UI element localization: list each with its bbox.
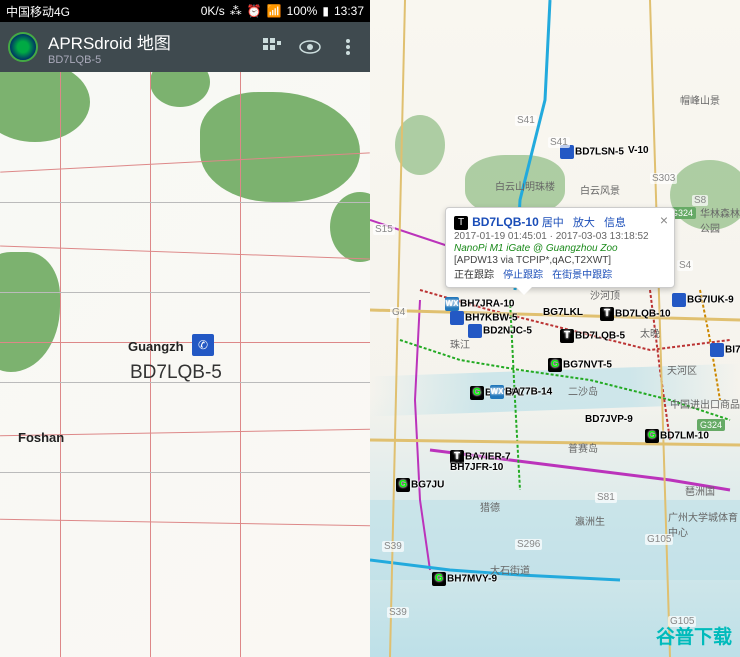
station-BA77B-14[interactable]: WXBA77B-14 (490, 385, 552, 399)
status-bar: 中国移动4G 0K/s ⁂ ⏰ 📶 100% ▮ 13:37 (0, 0, 370, 22)
clock-label: 13:37 (334, 4, 364, 18)
road-label: S39 (387, 607, 409, 618)
station-BI7JTA-5[interactable]: BI7JTA-5 (710, 343, 740, 357)
map-right[interactable]: × T BD7LQB-10 居中 放大 信息 2017-01-19 01:45:… (370, 0, 740, 657)
station-BD7LM-10[interactable]: GBD7LM-10 (645, 429, 709, 443)
carrier-label: 中国移动4G (6, 3, 201, 20)
app-bar: APRSdroid 地图 BD7LQB-5 (0, 22, 370, 72)
place-label: 珠江 (450, 336, 470, 351)
station-BG7IUK-9[interactable]: BG7IUK-9 (672, 293, 734, 307)
station-BD7LQB-10[interactable]: TBD7LQB-10 (600, 307, 671, 321)
popup-link-info[interactable]: 信息 (604, 217, 626, 229)
signal-icon: 📶 (267, 4, 282, 18)
place-label: 白云山明珠楼 (495, 178, 555, 193)
app-subtitle: BD7LQB-5 (48, 54, 248, 66)
station-BH7MVY-9[interactable]: GBH7MVY-9 (432, 572, 497, 586)
place-label: 帽峰山景 (680, 92, 720, 107)
aprsdroid-logo-icon[interactable] (8, 32, 38, 62)
station-BG7LKL[interactable]: BG7LKL (543, 307, 583, 318)
watermark: 谷普下载 (656, 622, 732, 649)
place-label: 天河区 (667, 362, 697, 377)
battery-label: 100% (287, 4, 318, 18)
road-label: S4 (677, 260, 693, 271)
station-BD2NJC-5[interactable]: BD2NJC-5 (468, 324, 532, 338)
place-label: 太晚 (640, 325, 660, 340)
alarm-icon: ⏰ (247, 4, 262, 18)
place-label: 大石街道 (490, 562, 530, 577)
place-label: 二沙岛 (568, 383, 598, 398)
station-BH7JRA-10[interactable]: WXBH7JRA-10 (445, 297, 514, 311)
popup-path: [APDW13 via TCPIP*,qAC,T2XWT] (454, 255, 666, 266)
station-popup: × T BD7LQB-10 居中 放大 信息 2017-01-19 01:45:… (445, 207, 675, 288)
place-label: 猎德 (480, 499, 500, 514)
station-V-10[interactable]: V-10 (628, 145, 649, 156)
city-foshan: Foshan (18, 430, 64, 445)
popup-callsign[interactable]: BD7LQB-10 (472, 215, 539, 229)
place-label: 华林森林公园 (700, 205, 740, 235)
popup-comment: NanoPi M1 iGate @ Guangzhou Zoo (454, 243, 666, 254)
road-label: S41 (548, 137, 570, 148)
station-BD7JVP-9[interactable]: BD7JVP-9 (585, 414, 633, 425)
grid-icon[interactable] (258, 37, 286, 57)
road-label: G4 (390, 307, 407, 318)
popup-symbol-icon: T (454, 216, 468, 230)
overflow-icon[interactable] (334, 38, 362, 56)
bluetooth-icon: ⁂ (230, 4, 242, 18)
popup-link-center[interactable]: 居中 (542, 217, 564, 229)
station-BH7KBW-5[interactable]: BH7KBW-5 (450, 311, 518, 325)
net-speed: 0K/s (201, 4, 225, 18)
popup-close-icon[interactable]: × (660, 212, 668, 228)
highway-label: G324 (697, 419, 725, 431)
station-BG7JU[interactable]: GBG7JU (396, 478, 444, 492)
place-label: 广州大学城体育中心 (668, 509, 740, 539)
road-label: S303 (650, 173, 677, 184)
battery-icon: ▮ (322, 4, 329, 18)
place-label: 白云风景 (580, 182, 620, 197)
popup-tracking-current: 正在跟踪 (454, 270, 494, 281)
place-label: 普赛岛 (568, 440, 598, 455)
station-BD7LQB-5[interactable]: TBD7LQB-5 (560, 329, 625, 343)
map-left[interactable]: Guangzh ✆ BD7LQB-5 Foshan (0, 72, 370, 657)
road-label: S39 (382, 541, 404, 552)
callsign-left: BD7LQB-5 (130, 362, 222, 384)
app-title: APRSdroid 地图 (48, 29, 248, 54)
place-label: 琶洲国 (685, 483, 715, 498)
popup-timestamp: 2017-01-19 01:45:01 · 2017-03-03 13:18:5… (454, 231, 666, 242)
place-label: 沙河顶 (590, 287, 620, 302)
eye-icon[interactable] (296, 40, 324, 54)
road-label: S41 (515, 115, 537, 126)
left-panel: 中国移动4G 0K/s ⁂ ⏰ 📶 100% ▮ 13:37 APRSdroid… (0, 0, 370, 657)
station-BG7NVT-5[interactable]: GBG7NVT-5 (548, 358, 612, 372)
city-guangzhou: Guangzh (128, 339, 184, 354)
place-label: 中国进出口商品 (670, 396, 740, 411)
road-label: S296 (515, 539, 542, 550)
popup-link-zoom[interactable]: 放大 (573, 217, 595, 229)
road-label: S15 (373, 224, 395, 235)
popup-tracking-street[interactable]: 在街景中跟踪 (552, 270, 612, 281)
station-marker-icon[interactable]: ✆ (192, 334, 214, 356)
place-label: 瀛洲生 (575, 513, 605, 528)
road-label: S81 (595, 492, 617, 503)
popup-tracking-stop[interactable]: 停止跟踪 (503, 270, 543, 281)
station-BH7JFR-10[interactable]: BH7JFR-10 (450, 462, 503, 473)
